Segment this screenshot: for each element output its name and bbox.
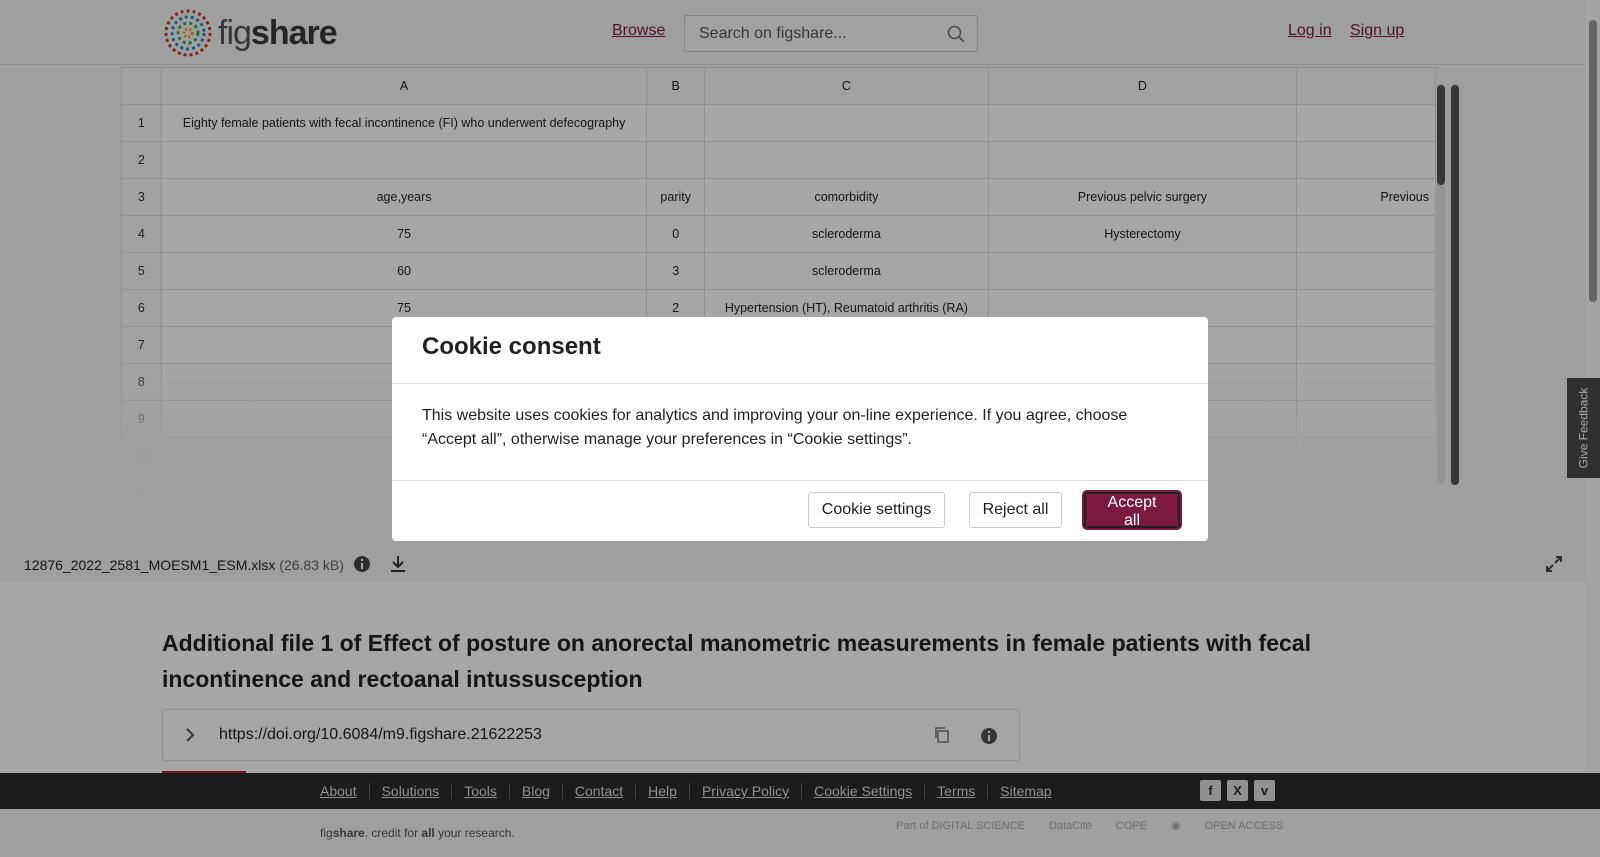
cookie-settings-button[interactable]: Cookie settings [808,492,945,528]
accept-all-button[interactable]: Accept all [1084,492,1180,529]
reject-all-button[interactable]: Reject all [969,492,1062,528]
modal-body: This website uses cookies for analytics … [392,384,1208,481]
modal-overlay: Cookie consent This website uses cookies… [0,0,1600,857]
modal-footer: Cookie settings Reject all Accept all [392,481,1208,541]
cookie-consent-dialog: Cookie consent This website uses cookies… [392,317,1208,541]
modal-title: Cookie consent [422,333,601,360]
modal-header: Cookie consent [392,317,1208,384]
